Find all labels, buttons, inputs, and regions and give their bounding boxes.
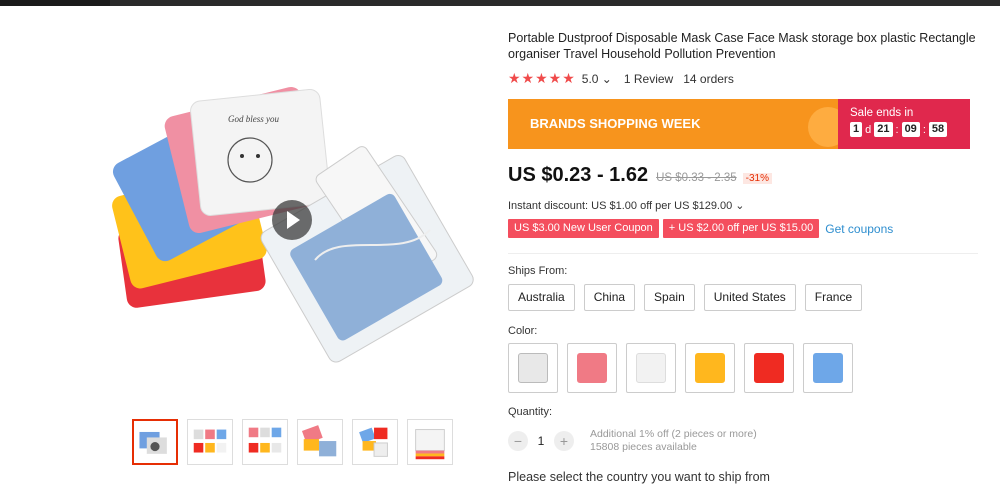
coupon-row: US $3.00 New User Coupon + US $2.00 off …	[508, 219, 893, 238]
ships-from-label: Ships From:	[508, 265, 568, 277]
ship-option-united-states[interactable]: United States	[703, 284, 796, 311]
product-title: Portable Dustproof Disposable Mask Case …	[508, 31, 976, 61]
white-case-lid	[190, 88, 331, 216]
countdown-separator: :	[895, 123, 899, 136]
price-row: US $0.23 - 1.62 US $0.33 - 2.35 -31%	[508, 164, 773, 187]
color-swatch-blue[interactable]	[803, 343, 853, 393]
quantity-label: Quantity:	[508, 406, 553, 418]
current-price: US $0.23 - 1.62	[508, 164, 649, 186]
rating-row: ★★★★★ 5.0 ⌄ 1 Review 14 orders	[508, 70, 734, 87]
countdown-hours: 21	[874, 122, 893, 137]
countdown-days-unit: d	[865, 123, 872, 136]
quantity-notes: Additional 1% off (2 pieces or more) 158…	[590, 428, 757, 454]
play-video-icon[interactable]	[272, 200, 312, 240]
promo-banner[interactable]: BRANDS SHOPPING WEEK Sale ends in 1 d 21…	[508, 99, 970, 149]
swatch-fill	[754, 353, 784, 383]
swatch-fill	[577, 353, 607, 383]
lid-inscription: God bless you	[228, 114, 279, 124]
countdown-days: 1	[850, 122, 863, 137]
ship-from-prompt: Please select the country you want to sh…	[508, 470, 770, 484]
thumbnail-3[interactable]	[242, 419, 288, 465]
thumbnail-4[interactable]	[297, 419, 343, 465]
countdown-timer: 1 d 21 : 09 : 58	[850, 122, 970, 137]
swatch-fill	[518, 353, 548, 383]
bulk-discount-note: Additional 1% off (2 pieces or more)	[590, 428, 757, 440]
quantity-decrease-button[interactable]: −	[508, 431, 528, 451]
bear-eye-left	[240, 154, 244, 158]
countdown-minutes: 09	[901, 122, 920, 137]
rating-score[interactable]: 5.0 ⌄	[582, 72, 612, 86]
color-swatch-red[interactable]	[744, 343, 794, 393]
sale-label: Sale ends in	[850, 107, 914, 119]
instant-discount[interactable]: Instant discount: US $1.00 off per US $1…	[508, 199, 745, 212]
swatch-fill	[813, 353, 843, 383]
quantity-increase-button[interactable]: +	[554, 431, 574, 451]
stock-note: 15808 pieces available	[590, 441, 697, 453]
ship-option-spain[interactable]: Spain	[644, 284, 695, 311]
sale-countdown: Sale ends in 1 d 21 : 09 : 58	[838, 99, 970, 149]
ships-from-options: Australia China Spain United States Fran…	[508, 284, 863, 311]
top-bar	[0, 0, 1000, 6]
coupon-store[interactable]: + US $2.00 off per US $15.00	[662, 219, 820, 238]
star-rating-icon: ★★★★★	[508, 70, 576, 86]
countdown-seconds: 58	[928, 122, 948, 137]
original-price: US $0.33 - 2.35	[656, 172, 737, 184]
thumbnail-6[interactable]	[407, 419, 453, 465]
event-name: BRANDS SHOPPING WEEK	[508, 99, 838, 149]
decorative-blob	[808, 107, 838, 147]
divider	[508, 253, 978, 254]
product-main-image[interactable]: God bless you	[100, 30, 480, 410]
discount-badge: -31%	[742, 173, 773, 184]
top-bar-segment	[110, 0, 1000, 6]
countdown-separator: :	[922, 123, 926, 136]
color-swatches	[508, 343, 853, 393]
ship-option-france[interactable]: France	[804, 284, 863, 311]
review-count[interactable]: 1 Review	[624, 72, 673, 86]
thumbnail-5[interactable]	[352, 419, 398, 465]
color-swatch-pink[interactable]	[567, 343, 617, 393]
color-label: Color:	[508, 325, 538, 337]
ship-option-china[interactable]: China	[583, 284, 636, 311]
thumbnail-strip	[132, 419, 453, 465]
quantity-stepper: − 1 + Additional 1% off (2 pieces or mor…	[508, 428, 757, 454]
coupon-new-user[interactable]: US $3.00 New User Coupon	[508, 219, 659, 238]
swatch-fill	[695, 353, 725, 383]
order-count: 14 orders	[683, 71, 734, 86]
quantity-value[interactable]: 1	[528, 434, 554, 448]
color-swatch-yellow[interactable]	[685, 343, 735, 393]
thumbnail-2[interactable]	[187, 419, 233, 465]
ship-option-australia[interactable]: Australia	[508, 284, 575, 311]
color-swatch-white[interactable]	[626, 343, 676, 393]
color-swatch-white-bear[interactable]	[508, 343, 558, 393]
get-coupons-link[interactable]: Get coupons	[825, 222, 893, 236]
chevron-down-icon: ⌄	[601, 71, 612, 86]
swatch-fill	[636, 353, 666, 383]
bear-eye-right	[256, 154, 260, 158]
thumbnail-1[interactable]	[132, 419, 178, 465]
